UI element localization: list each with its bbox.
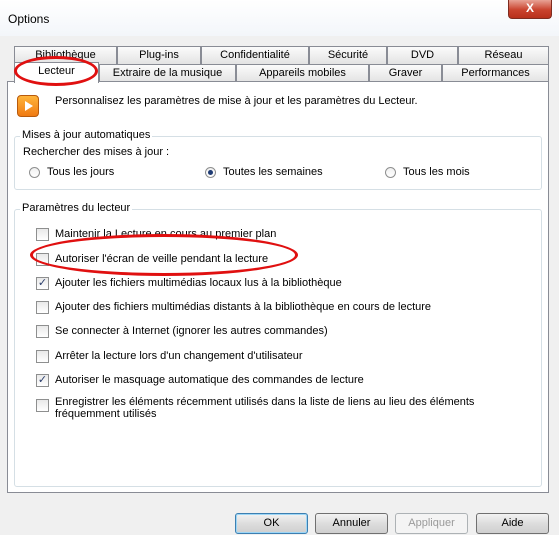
media-player-icon <box>17 95 39 117</box>
tab-extraire-musique[interactable]: Extraire de la musique <box>99 64 236 82</box>
radio-monthly-label: Tous les mois <box>403 166 470 178</box>
close-button[interactable]: X <box>508 0 552 19</box>
tab-dvd[interactable]: DVD <box>387 46 458 64</box>
checkbox-connect-internet[interactable] <box>36 325 49 338</box>
window-title: Options <box>8 12 50 26</box>
tab-appareils-mobiles[interactable]: Appareils mobiles <box>236 64 369 82</box>
checkbox-recent-items-label-line2: fréquemment utilisés <box>55 408 157 420</box>
checkbox-keep-on-top[interactable] <box>36 228 49 241</box>
updates-legend: Mises à jour automatiques <box>20 129 153 141</box>
checkbox-autohide-controls-label: Autoriser le masquage automatique des co… <box>55 374 364 386</box>
checkbox-add-local-files-label: Ajouter les fichiers multimédias locaux … <box>55 277 342 289</box>
tab-graver[interactable]: Graver <box>369 64 442 82</box>
updates-prompt: Rechercher des mises à jour : <box>23 146 170 158</box>
checkbox-stop-on-user-switch-label: Arrêter la lecture lors d'un changement … <box>55 350 303 362</box>
checkbox-screensaver[interactable] <box>36 253 49 266</box>
radio-daily-label: Tous les jours <box>47 166 115 178</box>
radio-weekly[interactable] <box>205 167 216 178</box>
help-button[interactable]: Aide <box>476 513 549 534</box>
tab-plug-ins[interactable]: Plug-ins <box>117 46 201 64</box>
checkbox-add-remote-files-label: Ajouter des fichiers multimédias distant… <box>55 301 432 313</box>
tab-lecteur[interactable]: Lecteur <box>14 62 99 83</box>
player-settings-group: Paramètres du lecteur Maintenir la Lectu… <box>14 202 542 487</box>
cancel-button[interactable]: Annuler <box>315 513 388 534</box>
player-settings-legend: Paramètres du lecteur <box>20 202 133 214</box>
checkbox-stop-on-user-switch[interactable] <box>36 350 49 363</box>
lecteur-panel: Personnalisez les paramètres de mise à j… <box>7 81 549 493</box>
tab-confidentialite[interactable]: Confidentialité <box>201 46 309 64</box>
tab-performances[interactable]: Performances <box>442 64 549 82</box>
checkbox-connect-internet-label: Se connecter à Internet (ignorer les aut… <box>55 325 328 337</box>
radio-weekly-label: Toutes les semaines <box>223 166 323 178</box>
checkbox-add-remote-files[interactable] <box>36 301 49 314</box>
tab-securite[interactable]: Sécurité <box>309 46 387 64</box>
close-icon: X <box>525 1 534 15</box>
tab-reseau[interactable]: Réseau <box>458 46 549 64</box>
checkbox-screensaver-label: Autoriser l'écran de veille pendant la l… <box>55 253 269 265</box>
checkbox-keep-on-top-label: Maintenir la Lecture en cours au premier… <box>55 228 277 240</box>
radio-daily[interactable] <box>29 167 40 178</box>
apply-button[interactable]: Appliquer <box>395 513 468 534</box>
checkbox-add-local-files[interactable]: ✓ <box>36 277 49 290</box>
options-dialog: Bibliothèque Plug-ins Confidentialité Sé… <box>0 36 559 535</box>
intro-text: Personnalisez les paramètres de mise à j… <box>55 95 418 107</box>
title-bar: Options X <box>0 0 559 36</box>
checkbox-recent-items[interactable] <box>36 399 49 412</box>
checkbox-autohide-controls[interactable]: ✓ <box>36 374 49 387</box>
checkbox-recent-items-label: Enregistrer les éléments récemment utili… <box>55 396 475 408</box>
updates-group: Mises à jour automatiques Rechercher des… <box>14 129 542 190</box>
ok-button[interactable]: OK <box>235 513 308 534</box>
radio-monthly[interactable] <box>385 167 396 178</box>
